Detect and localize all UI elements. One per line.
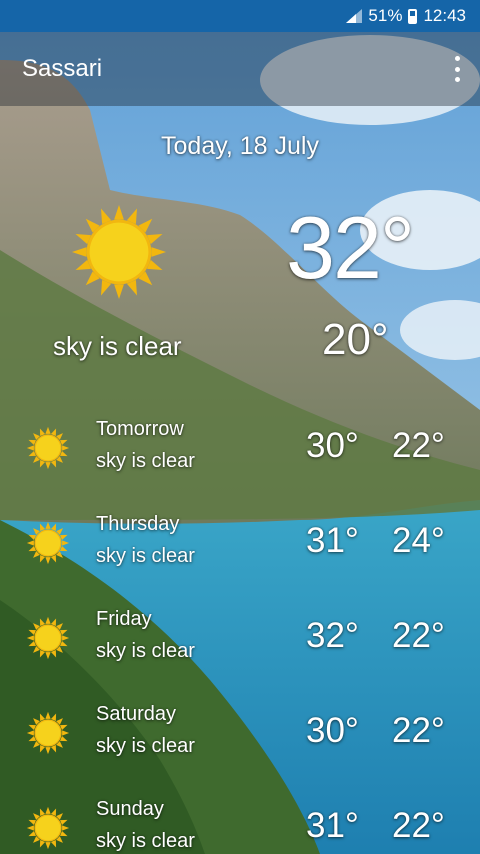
forecast-low-temp: 22° xyxy=(392,806,445,845)
forecast-condition: sky is clear xyxy=(96,545,195,567)
battery-percent: 51% xyxy=(368,6,403,25)
forecast-low-temp: 22° xyxy=(392,711,445,750)
sun-icon xyxy=(26,426,70,470)
sun-icon xyxy=(26,616,70,660)
sun-icon xyxy=(26,521,70,565)
forecast-day: Sunday xyxy=(96,798,164,820)
forecast-high-temp: 31° xyxy=(306,521,359,560)
more-vertical-icon[interactable] xyxy=(454,56,460,82)
signal-icon xyxy=(346,9,363,23)
forecast-day: Friday xyxy=(96,608,152,630)
status-bar: 51% 12:43 xyxy=(0,0,480,32)
forecast-condition: sky is clear xyxy=(96,830,195,852)
forecast-row: Tomorrow sky is clear 30° 22° xyxy=(0,418,480,490)
clock: 12:43 xyxy=(423,6,466,25)
forecast-condition: sky is clear xyxy=(96,640,195,662)
forecast-day: Tomorrow xyxy=(96,418,184,440)
city-title: Sassari xyxy=(22,55,103,82)
forecast-day: Thursday xyxy=(96,513,180,535)
forecast-day: Saturday xyxy=(96,703,177,725)
sun-icon xyxy=(71,204,167,300)
forecast-high-temp: 31° xyxy=(306,806,359,845)
today-condition: sky is clear xyxy=(53,331,182,361)
today-high-temp: 32° xyxy=(286,198,415,297)
forecast-high-temp: 30° xyxy=(306,426,359,465)
forecast-condition: sky is clear xyxy=(96,735,195,757)
forecast-low-temp: 24° xyxy=(392,521,445,560)
sun-icon xyxy=(26,711,70,755)
forecast-low-temp: 22° xyxy=(392,616,445,655)
app-bar: Sassari xyxy=(0,32,480,106)
sun-icon xyxy=(26,806,70,850)
today-low-temp: 20° xyxy=(322,315,389,364)
forecast-row: Sunday sky is clear 31° 22° xyxy=(0,798,480,854)
battery-icon xyxy=(408,8,418,24)
forecast-condition: sky is clear xyxy=(96,450,195,472)
forecast-row: Saturday sky is clear 30° 22° xyxy=(0,703,480,775)
weather-screen: 51% 12:43 Sassari Today, 18 July sky is … xyxy=(0,0,480,854)
forecast-high-temp: 30° xyxy=(306,711,359,750)
forecast-row: Friday sky is clear 32° 22° xyxy=(0,608,480,680)
forecast-high-temp: 32° xyxy=(306,616,359,655)
today-date: Today, 18 July xyxy=(161,132,319,160)
forecast-low-temp: 22° xyxy=(392,426,445,465)
forecast-row: Thursday sky is clear 31° 24° xyxy=(0,513,480,585)
